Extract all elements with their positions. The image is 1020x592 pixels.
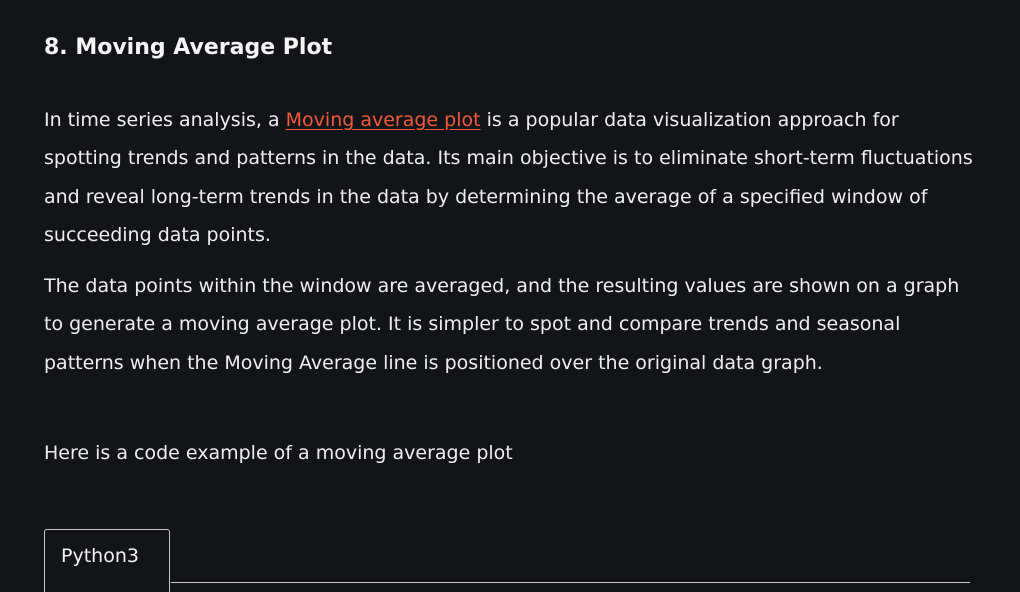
- paragraph-intro: In time series analysis, a Moving averag…: [44, 101, 974, 255]
- section-heading: 8. Moving Average Plot: [44, 35, 333, 60]
- paragraph-intro-text-before: In time series analysis, a: [44, 109, 286, 131]
- paragraph-code-intro: Here is a code example of a moving avera…: [44, 442, 513, 464]
- tab-python3[interactable]: Python3: [44, 529, 170, 592]
- paragraph-explanation: The data points within the window are av…: [44, 275, 960, 374]
- tab-python3-label: Python3: [61, 545, 139, 567]
- moving-average-plot-link[interactable]: Moving average plot: [286, 109, 481, 131]
- code-tabs-divider: [171, 582, 970, 583]
